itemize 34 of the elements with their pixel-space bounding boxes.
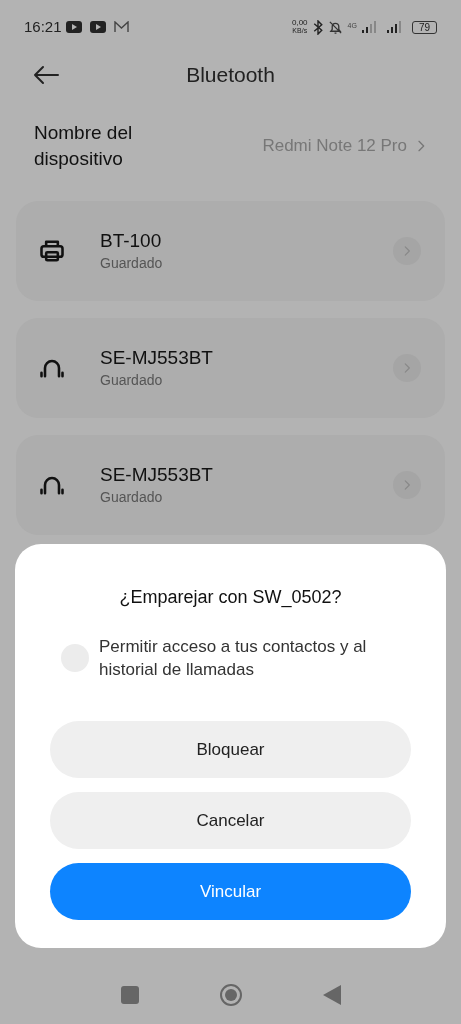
device-status: Guardado	[100, 371, 164, 390]
back-icon[interactable]	[322, 985, 341, 1005]
device-name-label: Nombre del dispositivo	[34, 121, 134, 171]
play-icon	[65, 21, 82, 33]
bell-off-icon	[327, 19, 343, 35]
page-title: Bluetooth	[186, 62, 275, 89]
device-status: Guardado	[100, 488, 164, 507]
device-name: SE-MJ553BT	[100, 346, 214, 370]
signal-icon	[361, 21, 378, 33]
dialog-button[interactable]: Cancelar	[50, 792, 411, 849]
dialog-title: ¿Emparejar con SW_0502?	[118, 586, 343, 610]
device-card[interactable]: SE-MJ553BT Guardado	[16, 435, 445, 535]
device-name-row[interactable]: Nombre del dispositivo Redmi Note 12 Pro	[0, 118, 461, 174]
clock: 16:21	[24, 16, 62, 37]
mail-icon	[113, 21, 129, 33]
device-status: Guardado	[100, 254, 164, 273]
bluetooth-icon	[312, 19, 323, 35]
device-card[interactable]: BT-100 Guardado	[16, 201, 445, 301]
back-arrow-icon	[32, 63, 60, 87]
checkbox-label: Permitir acceso a tus contactos y al historial de llamadas	[99, 636, 368, 681]
device-name: SE-MJ553BT	[100, 463, 214, 487]
signal-icon	[386, 21, 403, 33]
device-name: BT-100	[100, 229, 163, 253]
battery-indicator: 79	[411, 20, 437, 34]
device-name-value: Redmi Note 12 Pro	[262, 135, 407, 158]
device-card[interactable]: SE-MJ553BT Guardado	[16, 318, 445, 418]
printer-icon	[38, 237, 66, 265]
dialog-button[interactable]: Vincular	[50, 863, 411, 920]
dialog-button[interactable]: Bloquear	[50, 721, 411, 778]
back-button[interactable]	[32, 63, 60, 87]
home-icon[interactable]	[218, 983, 243, 1007]
play-icon	[89, 21, 106, 33]
speed-value: 0,00	[291, 19, 308, 27]
recents-icon[interactable]	[120, 986, 139, 1004]
